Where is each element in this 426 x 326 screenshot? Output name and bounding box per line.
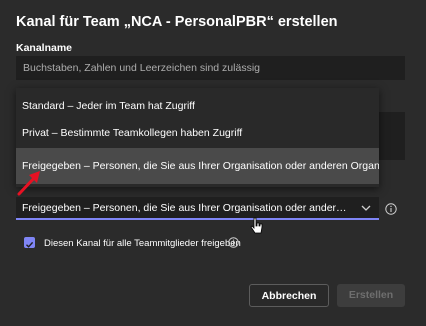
share-all-checkbox-label: Diesen Kanal für alle Teammitglieder fre…: [44, 238, 241, 249]
info-icon[interactable]: [228, 237, 239, 248]
mouse-pointer-icon: [250, 217, 263, 234]
privacy-dropdown-menu: Standard – Jeder im Team hat Zugriff Pri…: [16, 88, 379, 187]
description-field-edge: [379, 112, 405, 160]
menu-item-private[interactable]: Privat – Bestimmte Teamkollegen haben Zu…: [16, 115, 379, 151]
create-button[interactable]: Erstellen: [337, 284, 405, 307]
info-icon[interactable]: [385, 203, 397, 215]
create-channel-dialog: Kanal für Team „NCA - PersonalPBR“ erste…: [0, 0, 426, 326]
privacy-select[interactable]: Freigegeben – Personen, die Sie aus Ihre…: [16, 197, 379, 220]
chevron-down-icon[interactable]: [359, 201, 373, 215]
menu-item-shared[interactable]: Freigegeben – Personen, die Sie aus Ihre…: [16, 148, 379, 184]
check-icon: [26, 241, 34, 248]
cancel-button[interactable]: Abbrechen: [249, 284, 329, 307]
privacy-select-value: Freigegeben – Personen, die Sie aus Ihre…: [22, 202, 350, 214]
channel-name-label: Kanalname: [16, 42, 73, 54]
channel-name-input[interactable]: [16, 56, 405, 80]
dialog-title: Kanal für Team „NCA - PersonalPBR“ erste…: [16, 14, 338, 30]
share-all-checkbox[interactable]: [24, 237, 35, 248]
red-arrow-annotation: [17, 171, 40, 196]
